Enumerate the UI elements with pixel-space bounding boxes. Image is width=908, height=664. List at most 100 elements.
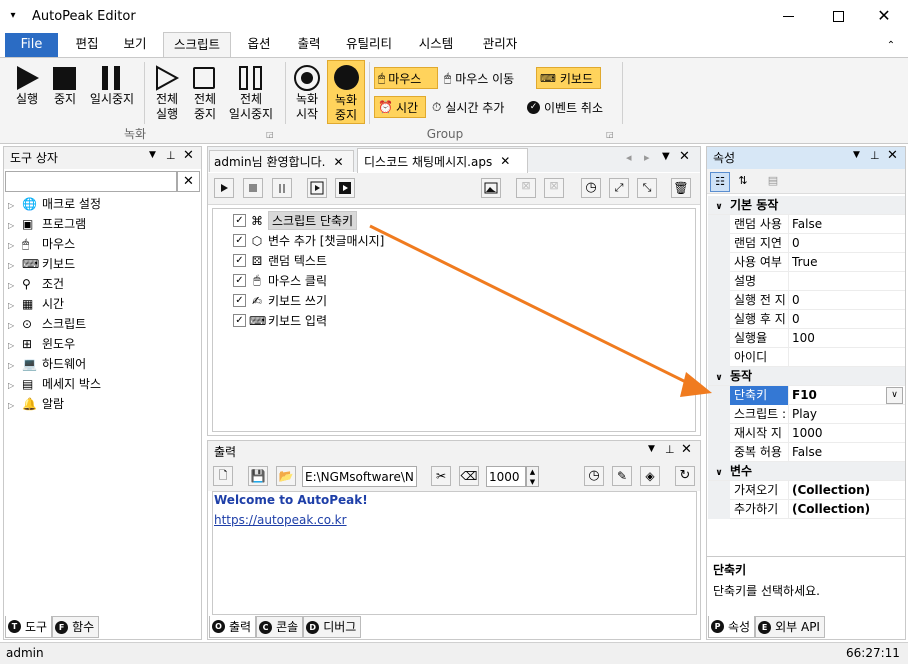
delete-icon[interactable]: 🗑 [671,178,691,198]
tab-tools[interactable]: T 도구 [5,616,53,638]
property-row[interactable]: 실행율 100 [708,329,905,348]
stop-button[interactable]: 중지 [48,62,82,122]
property-row[interactable]: 사용 여부 True [708,253,905,272]
checkbox-icon[interactable]: ✓ [233,214,246,227]
script-item[interactable]: ✓ ⌨ 키보드 입력 [233,311,327,330]
property-category[interactable]: ∨ 기본 동작 [708,196,905,215]
collapse-ribbon-icon[interactable]: ⌃ [884,38,898,52]
tab-console[interactable]: C 콘솔 [256,616,304,638]
collapse-icon[interactable]: ⤡ [637,178,657,198]
script-pause-icon[interactable] [272,178,292,198]
output-pin-icon[interactable]: ⊥ [665,443,675,456]
property-row[interactable]: 실행 전 지0 [708,291,905,310]
property-row[interactable]: 재시작 지 1000 [708,424,905,443]
minimize-icon[interactable] [776,6,800,26]
tab-script[interactable]: 스크립트 [163,32,231,58]
tab-properties[interactable]: P 속성 [708,616,756,638]
timer-icon[interactable]: ◷ [581,178,601,198]
record-stop-button[interactable]: 녹화 중지 [327,60,365,124]
maximize-icon[interactable] [826,6,850,26]
checkbox-icon[interactable]: ✓ [233,234,246,247]
event-cancel-toggle[interactable]: ✓ 이벤트 취소 [527,96,603,118]
doc-tab-welcome[interactable]: admin님 환영합니다. ✕ [209,150,354,172]
expand-arrow-icon[interactable]: ▷ [8,236,22,256]
clock-icon[interactable]: ◷ [584,466,604,486]
expand-arrow-icon[interactable]: ▷ [8,376,22,396]
categorized-icon[interactable]: ☷ [710,172,730,192]
tab-options[interactable]: 옵션 [236,32,282,57]
tab-admin[interactable]: 관리자 [470,32,530,57]
property-row[interactable]: 랜덤 지연 0 [708,234,905,253]
tab-edit[interactable]: 편집 [64,32,110,57]
open-folder-icon[interactable]: 📂 [276,466,296,486]
tab-external-api[interactable]: E 외부 API [755,616,825,638]
dropdown-arrow-icon[interactable]: ∨ [886,387,903,404]
group-launcher-icon-2[interactable]: ◲ [606,130,614,139]
property-row[interactable]: 스크립트 : Play [708,405,905,424]
time-toggle[interactable]: ⏰ 시간 [374,96,426,118]
toolbox-item[interactable]: ▷ 🖱 마우스 [8,234,75,254]
toolbox-item[interactable]: ▷ 💻 하드웨어 [8,354,86,374]
expand-arrow-icon[interactable]: ▷ [8,316,22,336]
close-icon[interactable]: ✕ [871,4,897,26]
fill-bucket-icon[interactable]: ◈ [640,466,660,486]
scroll-right-icon[interactable]: ▸ [644,151,650,164]
expand-arrow-icon[interactable]: ▷ [8,296,22,316]
properties-close-icon[interactable]: ✕ [887,148,898,163]
expand-arrow-icon[interactable]: ▷ [8,256,22,276]
eraser-icon[interactable]: ⌫ [459,466,479,486]
clear-search-icon[interactable]: ✕ [177,171,200,192]
script-item[interactable]: ✓ ⌘ 스크립트 단축키 [233,211,358,230]
tab-output[interactable]: 출력 [286,32,332,57]
checkbox-icon[interactable]: ✓ [233,274,246,287]
pause-all-button[interactable]: 전체 일시중지 [224,62,278,126]
property-row[interactable]: 가져오기 (Collection) [708,481,905,500]
new-doc-icon[interactable]: 🗋 [213,466,233,486]
expand-arrow-icon[interactable]: ▷ [8,356,22,376]
checkbox-icon[interactable]: ✓ [233,314,246,327]
stop-all-button[interactable]: 전체 중지 [188,62,222,126]
broom-icon[interactable]: ✂ [431,466,451,486]
property-row[interactable]: 아이디 [708,348,905,367]
expand-arrow-icon[interactable]: ▷ [8,396,22,416]
keyboard-toggle[interactable]: ⌨ 키보드 [536,67,601,89]
script-stop-icon[interactable] [243,178,263,198]
run-button[interactable]: 실행 [8,62,46,122]
property-row[interactable]: 추가하기 (Collection) [708,500,905,519]
output-link[interactable]: https://autopeak.co.kr [214,513,347,527]
system-menu-icon[interactable]: ▾ [6,8,20,22]
run-all-button[interactable]: 전체 실행 [148,62,186,126]
mouse-toggle[interactable]: 🖱 마우스 [374,67,438,89]
tab-functions[interactable]: F 함수 [52,616,100,638]
property-row[interactable]: 랜덤 사용 False [708,215,905,234]
property-row[interactable]: 중복 허용 False [708,443,905,462]
script-item[interactable]: ✓ ✍ 키보드 쓰기 [233,291,327,310]
brush-icon[interactable]: ✎ [612,466,632,486]
toolbox-dropdown-icon[interactable]: ▼ [149,150,156,160]
doc-list-icon[interactable]: ▼ [662,151,670,162]
toolbox-item[interactable]: ▷ 🔔 알람 [8,394,64,414]
property-category[interactable]: ∨ 변수 [708,462,905,481]
doc-close-icon[interactable]: ✕ [679,149,690,164]
toolbox-item[interactable]: ▷ ▤ 메세지 박스 [8,374,101,394]
doc-tab-script[interactable]: 디스코드 채팅메시지.aps ✕ [357,148,528,173]
tab-utility[interactable]: 유틸리티 [336,32,402,57]
script-run-all-icon[interactable] [335,178,355,198]
record-start-button[interactable]: 녹화 시작 [288,62,326,124]
property-row[interactable]: 설명 [708,272,905,291]
realtime-add-toggle[interactable]: ⏱ 실시간 추가 [432,96,504,118]
toolbox-item[interactable]: ▷ ⌨ 키보드 [8,254,75,274]
expand-arrow-icon[interactable]: ▷ [8,336,22,356]
tab-output-panel[interactable]: O 출력 [209,616,257,638]
expand-arrow-icon[interactable]: ▷ [8,276,22,296]
script-play-icon[interactable] [214,178,234,198]
checkbox-icon[interactable]: ✓ [233,254,246,267]
script-item[interactable]: ✓ ⬡ 변수 추가 [챗글매시지] [233,231,384,250]
refresh-icon[interactable]: ↻ [675,466,695,486]
alphabetical-icon[interactable]: ⇅ [733,172,753,192]
save-icon[interactable]: 💾 [248,466,268,486]
image-icon[interactable] [481,178,501,198]
expand-arrow-icon[interactable]: ▷ [8,196,22,216]
scroll-left-icon[interactable]: ◂ [626,151,632,164]
tab-debug[interactable]: D 디버그 [303,616,362,638]
